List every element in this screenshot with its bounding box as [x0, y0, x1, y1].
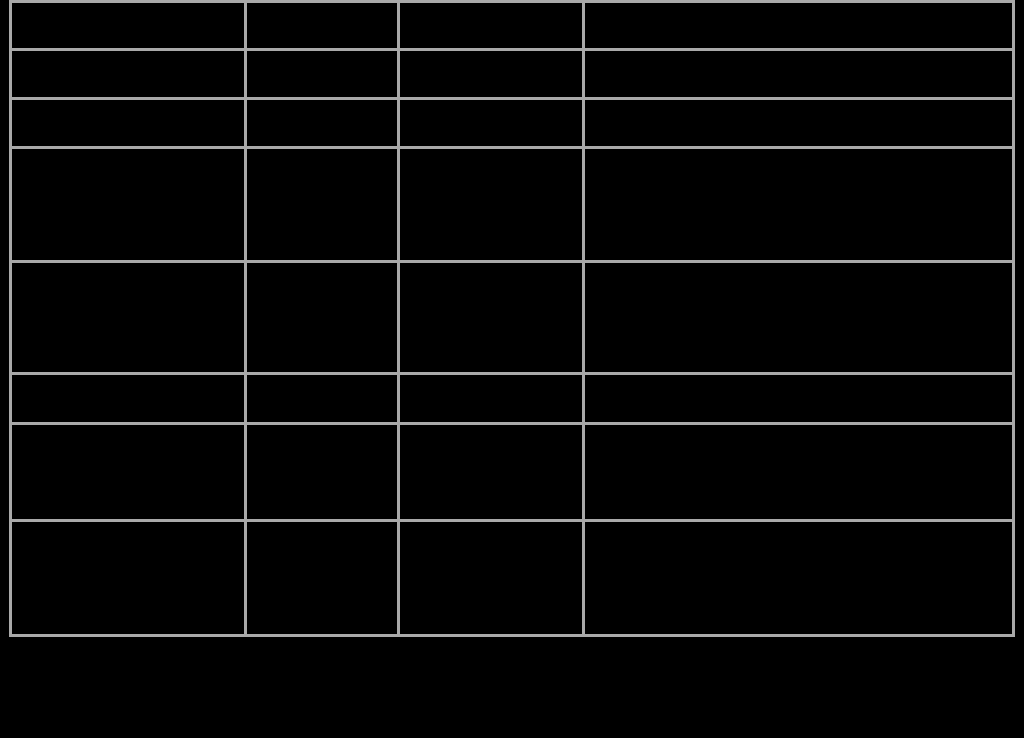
table-cell: [12, 3, 244, 48]
table-row: [12, 100, 1012, 146]
table-cell: [12, 51, 244, 97]
table-row: [12, 375, 1012, 422]
table-row: [12, 51, 1012, 97]
data-table: [9, 0, 1015, 637]
table-cell: [585, 100, 1012, 146]
table-cell: [12, 375, 244, 422]
table-cell: [400, 51, 583, 97]
table-cell: [400, 375, 583, 422]
table-cell: [400, 263, 583, 372]
table-cell: [12, 100, 244, 146]
table-row: [12, 522, 1012, 634]
table-cell: [247, 51, 397, 97]
table-cell: [585, 522, 1012, 634]
table-cell: [585, 263, 1012, 372]
table-row: [12, 263, 1012, 372]
table-cell: [400, 100, 583, 146]
table-cell: [400, 425, 583, 519]
table-cell: [247, 3, 397, 48]
table-cell: [12, 149, 244, 260]
caption-area: [9, 645, 1015, 738]
table-cell: [12, 263, 244, 372]
table-cell: [400, 3, 583, 48]
table-cell: [247, 100, 397, 146]
table-cell: [585, 149, 1012, 260]
table-cell: [247, 522, 397, 634]
table-cell: [585, 3, 1012, 48]
table-row: [12, 425, 1012, 519]
table-cell: [400, 522, 583, 634]
table-cell: [247, 425, 397, 519]
table-cell: [247, 263, 397, 372]
table-row: [12, 149, 1012, 260]
table-cell: [12, 522, 244, 634]
table-cell: [585, 51, 1012, 97]
table-cell: [400, 149, 583, 260]
table-cell: [12, 425, 244, 519]
table-cell: [247, 375, 397, 422]
table-cell: [585, 425, 1012, 519]
table-cell: [585, 375, 1012, 422]
table-cell: [247, 149, 397, 260]
table-row: [12, 3, 1012, 48]
